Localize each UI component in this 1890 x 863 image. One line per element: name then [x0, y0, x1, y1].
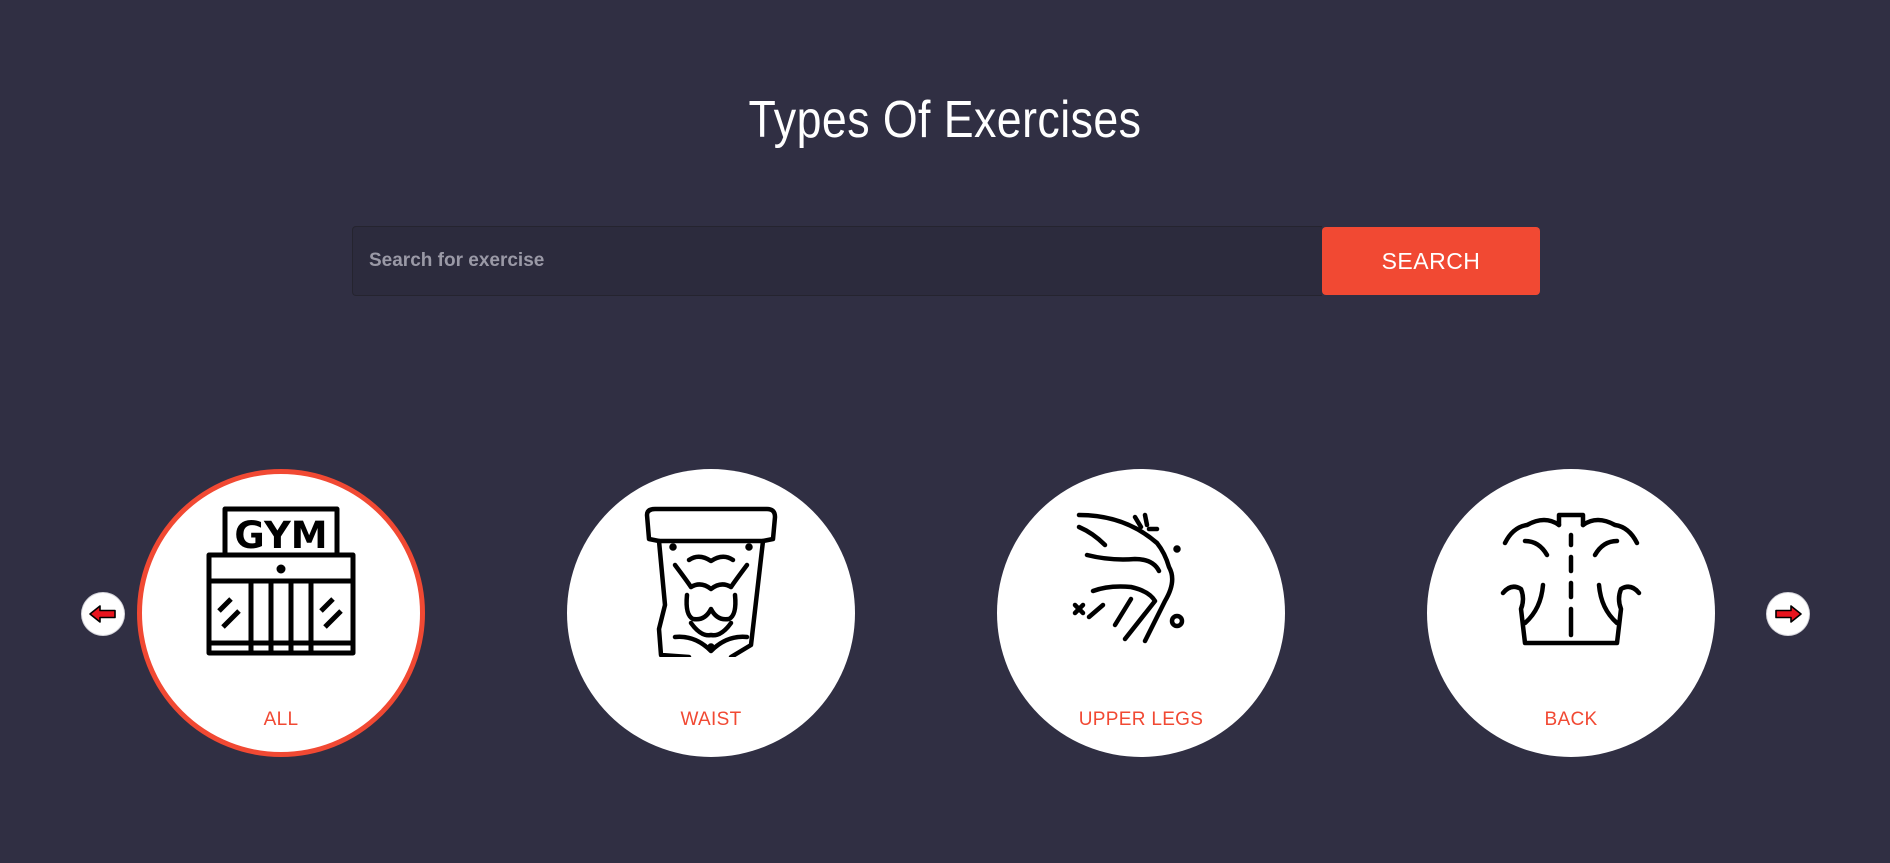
category-label: BACK [1544, 709, 1598, 730]
abs-torso-icon [644, 506, 778, 657]
back-muscles-icon [1500, 512, 1642, 646]
category-card-upper-legs[interactable]: UPPER LEGS [997, 469, 1285, 757]
carousel-next-button[interactable] [1767, 593, 1809, 635]
body-part-carousel: GYM ALL WAIST UPPER LEGS BACK [0, 469, 1890, 759]
search-button[interactable]: SEARCH [1322, 227, 1540, 295]
search-bar: SEARCH [352, 226, 1540, 296]
search-input[interactable] [352, 226, 1322, 296]
svg-text:GYM: GYM [234, 514, 327, 557]
carousel-prev-button[interactable] [82, 593, 124, 635]
category-card-all[interactable]: GYM ALL [137, 469, 425, 757]
arrow-right-icon [1775, 605, 1802, 623]
category-label: UPPER LEGS [1078, 709, 1204, 730]
upper-leg-icon [1072, 512, 1185, 644]
category-label: WAIST [680, 709, 742, 730]
gym-building-icon: GYM [206, 506, 356, 656]
arrow-left-icon [89, 605, 116, 623]
category-label: ALL [263, 709, 299, 730]
page-title: Types Of Exercises [748, 91, 1142, 149]
category-card-back[interactable]: BACK [1427, 469, 1715, 757]
category-card-waist[interactable]: WAIST [567, 469, 855, 757]
